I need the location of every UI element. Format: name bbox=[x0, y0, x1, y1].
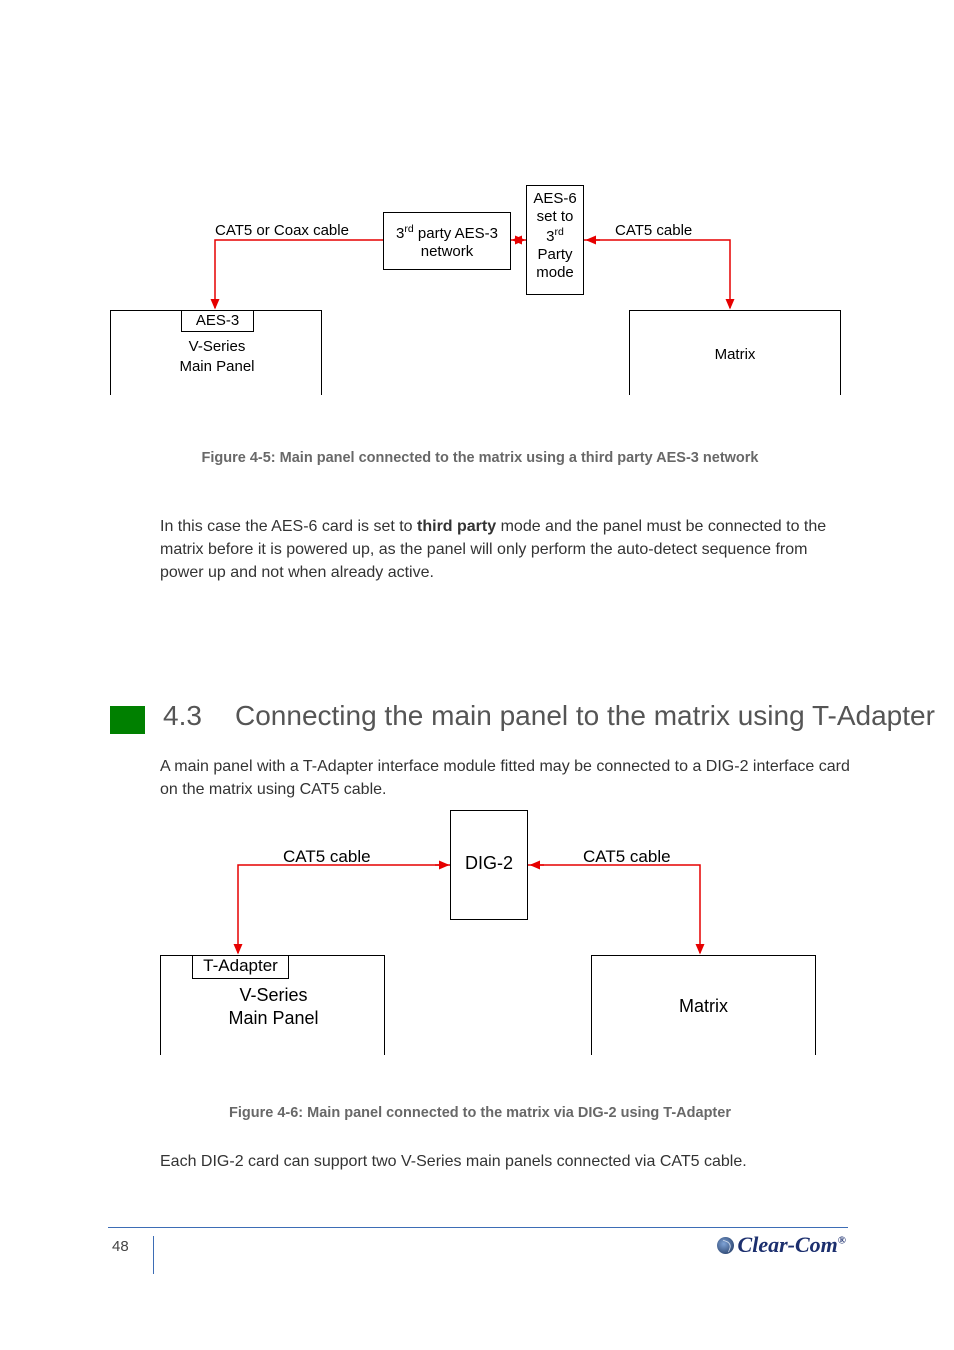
footer-logo-clearcom: Clear-Com® bbox=[717, 1232, 846, 1258]
registered-mark-icon: ® bbox=[838, 1235, 846, 1247]
figure-caption-4-5: Figure 4-5: Main panel connected to the … bbox=[110, 450, 850, 466]
figure-caption-4-6: Figure 4-6: Main panel connected to the … bbox=[110, 1105, 850, 1121]
footer-brand-text: Clear-Com bbox=[738, 1232, 838, 1257]
diagram-aes3-network: CAT5 or Coax cable CAT5 cable 3rd party … bbox=[110, 185, 850, 415]
paragraph-dig2-support: Each DIG-2 card can support two V-Series… bbox=[160, 1150, 850, 1173]
vseries2-l2: Main Panel bbox=[228, 1008, 318, 1028]
box-third-party-network: 3rd party AES-3 network bbox=[383, 212, 511, 270]
section-number-4-3: 4.3 bbox=[163, 700, 202, 732]
section-marker-icon bbox=[110, 706, 145, 734]
box-aes6: AES-6 set to 3rd Party mode bbox=[526, 185, 584, 295]
vseries-l1: V-Series bbox=[189, 338, 246, 355]
paragraph-aes6-mode: In this case the AES-6 card is set to th… bbox=[160, 515, 840, 585]
label-cat5-left-2: CAT5 cable bbox=[283, 847, 371, 867]
vseries-label: V-Series Main Panel bbox=[111, 337, 323, 376]
vseries-label-2: V-Series Main Panel bbox=[161, 984, 386, 1031]
box-aes3: AES-3 bbox=[181, 310, 254, 332]
aes6-3: 3 bbox=[546, 228, 554, 245]
footer-rule bbox=[108, 1227, 848, 1228]
label-cat5-right-2: CAT5 cable bbox=[583, 847, 671, 867]
third-party-rest: party AES-3 bbox=[414, 225, 498, 242]
box-tadapter: T-Adapter bbox=[192, 955, 289, 979]
vseries2-l1: V-Series bbox=[239, 985, 307, 1005]
aes6-mode: mode bbox=[536, 264, 574, 281]
aes6-party: Party bbox=[537, 246, 572, 263]
box-dig2: DIG-2 bbox=[450, 810, 528, 920]
section-title-4-3: Connecting the main panel to the matrix … bbox=[235, 700, 935, 732]
third-party-network-word: network bbox=[421, 243, 474, 260]
para1-a: In this case the AES-6 card is set to bbox=[160, 518, 417, 535]
aes6-l2: set to bbox=[537, 208, 574, 225]
para1-b: third party bbox=[417, 518, 496, 535]
label-cat5-coax: CAT5 or Coax cable bbox=[215, 222, 349, 239]
box-matrix-2: Matrix bbox=[591, 955, 816, 1055]
third-party-rd: rd bbox=[404, 223, 413, 235]
aes6-rd: rd bbox=[555, 226, 564, 238]
box-vseries-panel: AES-3 V-Series Main Panel bbox=[110, 310, 322, 395]
box-vseries-panel-2: T-Adapter V-Series Main Panel bbox=[160, 955, 385, 1055]
paragraph-tadapter-intro: A main panel with a T-Adapter interface … bbox=[160, 755, 850, 801]
clearcom-globe-icon bbox=[717, 1237, 734, 1254]
diagram-tadapter: CAT5 cable CAT5 cable DIG-2 T-Adapter V-… bbox=[160, 810, 840, 1090]
footer-page-number: 48 bbox=[112, 1238, 129, 1255]
footer-vertical-bar bbox=[153, 1236, 154, 1274]
label-cat5-right: CAT5 cable bbox=[615, 222, 692, 239]
aes6-l1: AES-6 bbox=[533, 190, 576, 207]
vseries-l2: Main Panel bbox=[179, 358, 254, 375]
box-matrix: Matrix bbox=[629, 310, 841, 395]
